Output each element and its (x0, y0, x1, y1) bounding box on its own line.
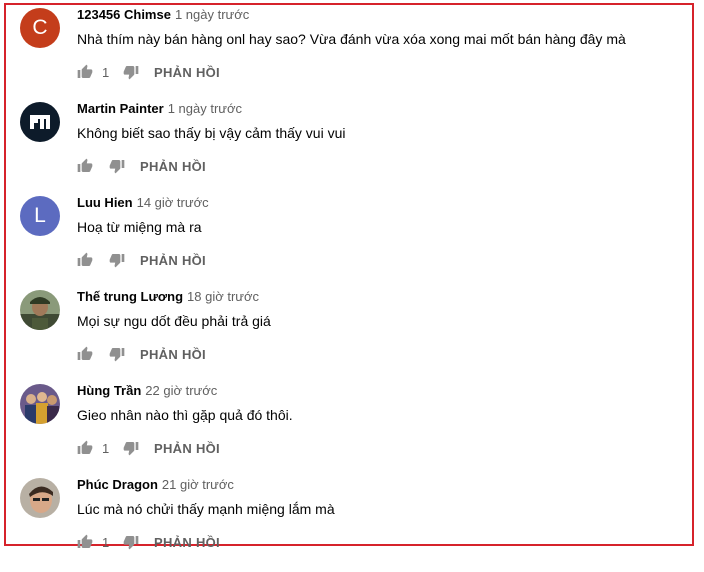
comment-header: Martin Painter 1 ngày trước (77, 101, 242, 117)
comment-item: Martin Painter 1 ngày trước Không biết sa… (20, 101, 680, 196)
mt-logo-icon (30, 115, 50, 129)
like-icon[interactable] (76, 533, 94, 551)
like-count: 1 (102, 534, 110, 550)
avatar[interactable] (20, 102, 60, 142)
dislike-icon[interactable] (108, 157, 126, 175)
like-count: 1 (102, 440, 110, 456)
comment-item: Phúc Dragon 21 giờ trước Lúc mà nó chửi t… (20, 477, 680, 572)
reply-button[interactable]: PHẢN HỒI (154, 535, 220, 550)
comment-time[interactable]: 1 ngày trước (168, 101, 242, 116)
comment-item: C 123456 Chimse 1 ngày trước Nhà thím này… (20, 7, 680, 102)
group-photo-icon (20, 384, 60, 424)
comment-header: Thế trung Lương 18 giờ trước (77, 289, 259, 305)
soldier-photo-icon (20, 290, 60, 330)
comment-actions: PHẢN HỒI (76, 248, 206, 272)
comment-text: Hoạ từ miệng mà ra (77, 219, 202, 235)
comment-header: Luu Hien 14 giờ trước (77, 195, 209, 211)
comment-text: Gieo nhân nào thì gặp quả đó thôi. (77, 407, 293, 423)
avatar-letter: C (32, 16, 48, 39)
like-icon[interactable] (76, 157, 94, 175)
comment-text: Không biết sao thấy bị vậy cảm thấy vui … (77, 125, 346, 141)
comment-time[interactable]: 1 ngày trước (175, 7, 249, 22)
dislike-icon[interactable] (108, 251, 126, 269)
comment-item: L Luu Hien 14 giờ trước Hoạ từ miệng mà r… (20, 195, 680, 290)
comment-author[interactable]: Luu Hien (77, 195, 133, 210)
like-icon[interactable] (76, 251, 94, 269)
avatar[interactable] (20, 384, 60, 424)
comment-actions: 1 PHẢN HỒI (76, 530, 220, 554)
dislike-icon[interactable] (122, 533, 140, 551)
comment-author[interactable]: Martin Painter (77, 101, 164, 116)
comment-header: 123456 Chimse 1 ngày trước (77, 7, 249, 23)
dislike-icon[interactable] (108, 345, 126, 363)
reply-button[interactable]: PHẢN HỒI (140, 159, 206, 174)
avatar[interactable]: L (20, 196, 60, 236)
comment-actions: 1 PHẢN HỒI (76, 60, 220, 84)
comment-author[interactable]: Thế trung Lương (77, 289, 183, 304)
comment-text: Mọi sự ngu dốt đều phải trả giá (77, 313, 271, 329)
comment-actions: PHẢN HỒI (76, 154, 206, 178)
avatar[interactable] (20, 290, 60, 330)
face-photo-icon (20, 478, 60, 518)
reply-button[interactable]: PHẢN HỒI (154, 65, 220, 80)
reply-button[interactable]: PHẢN HỒI (154, 441, 220, 456)
avatar[interactable] (20, 478, 60, 518)
comment-actions: PHẢN HỒI (76, 342, 206, 366)
comment-time[interactable]: 22 giờ trước (145, 383, 217, 398)
comment-actions: 1 PHẢN HỒI (76, 436, 220, 460)
comment-time[interactable]: 18 giờ trước (187, 289, 259, 304)
comment-text: Nhà thím này bán hàng onl hay sao? Vừa đ… (77, 31, 626, 47)
comment-author[interactable]: Hùng Trần (77, 383, 141, 398)
comment-header: Hùng Trần 22 giờ trước (77, 383, 217, 399)
avatar[interactable]: C (20, 8, 60, 48)
like-count: 1 (102, 64, 110, 80)
dislike-icon[interactable] (122, 439, 140, 457)
reply-button[interactable]: PHẢN HỒI (140, 347, 206, 362)
comment-time[interactable]: 21 giờ trước (162, 477, 234, 492)
like-icon[interactable] (76, 439, 94, 457)
comment-header: Phúc Dragon 21 giờ trước (77, 477, 234, 493)
comment-item: Thế trung Lương 18 giờ trước Mọi sự ngu d… (20, 289, 680, 384)
comment-author[interactable]: 123456 Chimse (77, 7, 171, 22)
dislike-icon[interactable] (122, 63, 140, 81)
like-icon[interactable] (76, 345, 94, 363)
comment-text: Lúc mà nó chửi thấy mạnh miệng lắm mà (77, 501, 335, 517)
comment-author[interactable]: Phúc Dragon (77, 477, 158, 492)
comment-time[interactable]: 14 giờ trước (137, 195, 209, 210)
like-icon[interactable] (76, 63, 94, 81)
reply-button[interactable]: PHẢN HỒI (140, 253, 206, 268)
comment-item: Hùng Trần 22 giờ trước Gieo nhân nào thì … (20, 383, 680, 478)
avatar-letter: L (34, 204, 46, 227)
